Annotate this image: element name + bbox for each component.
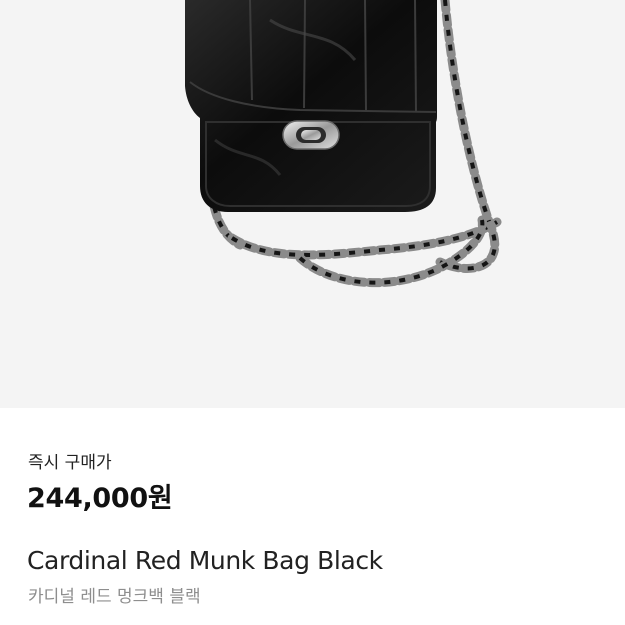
product-name-korean: 카디널 레드 멍크백 블랙	[28, 587, 201, 607]
bag-photo	[185, 0, 502, 288]
product-image[interactable]	[0, 0, 625, 408]
product-name-english[interactable]: Cardinal Red Munk Bag Black	[27, 546, 383, 575]
price-value: 244,000원	[27, 483, 173, 514]
clasp-hardware	[282, 120, 340, 150]
price-label: 즉시 구매가	[28, 453, 112, 473]
